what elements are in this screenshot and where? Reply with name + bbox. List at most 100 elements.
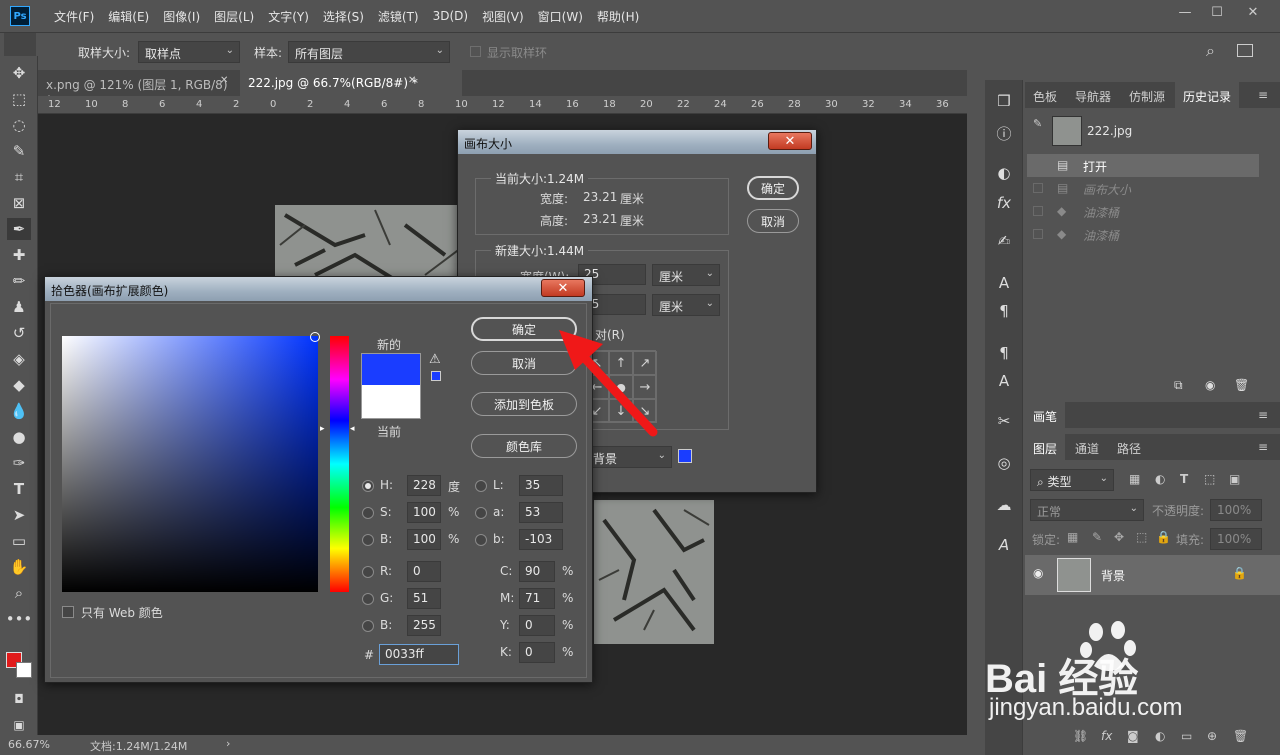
black-input[interactable]: 0 [519,642,555,663]
web-colors-checkbox[interactable] [62,606,74,618]
layer-filter-select[interactable]: ⌕ 类型 ⌄ [1030,469,1114,491]
tab-x-png[interactable]: x.png @ 121% (图层 1, RGB/8) * [38,70,240,107]
checkbox[interactable] [1033,229,1043,239]
pen-tool-icon[interactable]: ✑ [7,452,31,474]
menu-select[interactable]: 选择(S) [323,8,364,25]
lightness-radio[interactable] [475,480,487,492]
snapshot-thumbnail[interactable] [1052,116,1082,146]
green-radio[interactable] [362,593,374,605]
saturation-brightness-field[interactable] [62,336,318,592]
move-tool-icon[interactable]: ✥ [7,62,31,84]
tab-navigator[interactable]: 导航器 [1067,82,1119,108]
chevron-right-icon[interactable]: › [226,737,230,750]
blur-tool-icon[interactable]: 💧 [7,400,31,422]
lock-all-icon[interactable]: 🔒 [1156,530,1171,544]
paint-bucket-tool-icon[interactable]: ◆ [7,374,31,396]
gamut-color-swatch[interactable] [431,371,441,381]
properties-icon[interactable]: ◎ [993,452,1015,474]
cyan-input[interactable]: 90 [519,561,555,582]
lock-pixels-icon[interactable]: ✎ [1092,530,1102,544]
background-color-swatch[interactable] [16,662,32,678]
yellow-input[interactable]: 0 [519,615,555,636]
lightness-input[interactable]: 35 [519,475,563,496]
history-brush-tool-icon[interactable]: ↺ [7,322,31,344]
close-window-button[interactable]: ✕ [1236,0,1270,24]
new-document-from-state-icon[interactable]: ⧉ [1174,378,1183,393]
filter-shape-icon[interactable]: ⬚ [1204,472,1215,486]
red-radio[interactable] [362,566,374,578]
brush-tool-icon[interactable]: ✏ [7,270,31,292]
brush-settings-icon[interactable]: ✍ [993,230,1015,252]
history-item-paint-bucket[interactable]: ◆ 油漆桶 [1027,200,1259,223]
close-icon[interactable]: ✕ [408,75,416,86]
blend-mode-select[interactable]: 正常 ⌄ [1030,499,1144,521]
more-tools-icon[interactable]: ••• [6,608,33,630]
sample-select[interactable]: 所有图层 ⌄ [288,41,450,63]
tab-clone-source[interactable]: 仿制源 [1121,82,1173,108]
cancel-button[interactable]: 取消 [747,209,799,233]
tab-layers[interactable]: 图层 [1025,434,1066,460]
lock-artboard-icon[interactable]: ⬚ [1136,530,1147,544]
current-color-swatch[interactable] [361,385,421,419]
height-unit-select[interactable]: 厘米 ⌄ [652,294,720,316]
tab-swatches[interactable]: 色板 [1025,82,1065,108]
cc-libraries-icon[interactable]: ☁ [993,494,1015,516]
tab-paths[interactable]: 路径 [1109,434,1149,460]
camera-icon[interactable]: ◉ [1205,378,1215,392]
a-channel-radio[interactable] [475,507,487,519]
paragraph-icon[interactable]: ¶ [993,300,1015,322]
info-icon[interactable]: ⓘ [993,122,1015,144]
panel-menu-icon[interactable]: ≡ [1258,88,1268,102]
menu-edit[interactable]: 编辑(E) [108,8,149,25]
close-dialog-button[interactable]: ✕ [541,279,585,297]
hue-slider-right-handle[interactable]: ◂ [350,424,355,434]
layer-row-background[interactable]: ◉ 背景 🔒 [1025,555,1280,595]
saturation-input[interactable]: 100 [407,502,441,523]
filter-type-icon[interactable]: T [1180,472,1188,486]
visibility-eye-icon[interactable]: ◉ [1033,566,1043,580]
close-icon[interactable]: ✕ [220,75,228,86]
b-channel-input[interactable]: -103 [519,529,563,550]
a-channel-input[interactable]: 53 [519,502,563,523]
fill-field[interactable]: 100% [1210,528,1262,550]
checkbox[interactable] [1033,183,1043,193]
show-ring-checkbox[interactable] [470,46,481,57]
screen-mode-icon[interactable]: ▣ [7,714,31,736]
adjustments-icon[interactable]: ◐ [993,162,1015,184]
zoom-tool-icon[interactable]: ⌕ [7,582,31,604]
history-item-paint-bucket[interactable]: ◆ 油漆桶 [1027,223,1259,246]
hue-slider[interactable] [330,336,349,592]
history-item-open[interactable]: ▤ 打开 [1027,154,1259,177]
warning-icon[interactable]: ⚠ [429,352,441,367]
healing-brush-tool-icon[interactable]: ✚ [7,244,31,266]
lock-transparent-icon[interactable]: ▦ [1067,530,1078,544]
tab-brush[interactable]: 画笔 [1025,402,1066,428]
add-mask-icon[interactable]: ◙ [1127,729,1139,743]
tools-presets-icon[interactable]: ✂ [993,410,1015,432]
blue-radio[interactable] [362,620,374,632]
b-channel-radio[interactable] [475,534,487,546]
group-icon[interactable]: ▭ [1181,729,1192,743]
history-item-canvas-size[interactable]: ▤ 画布大小 [1027,177,1259,200]
adjustment-layer-icon[interactable]: ◐ [1155,729,1165,743]
tab-channels[interactable]: 通道 [1067,434,1107,460]
paragraph-styles-icon[interactable]: ¶ [993,342,1015,364]
menu-type[interactable]: 文字(Y) [268,8,309,25]
menu-help[interactable]: 帮助(H) [597,8,639,25]
menu-window[interactable]: 窗口(W) [538,8,583,25]
lasso-tool-icon[interactable]: ◌ [7,114,31,136]
crop-tool-icon[interactable]: ⌗ [7,166,31,188]
green-input[interactable]: 51 [407,588,441,609]
quick-mask-icon[interactable]: ◘ [7,688,31,710]
rectangle-tool-icon[interactable]: ▭ [7,530,31,552]
saturation-radio[interactable] [362,507,374,519]
checkbox[interactable] [1033,206,1043,216]
clone-stamp-tool-icon[interactable]: ♟ [7,296,31,318]
menu-filter[interactable]: 滤镜(T) [378,8,419,25]
sample-size-select[interactable]: 取样点 ⌄ [138,41,240,63]
filter-pixel-icon[interactable]: ▦ [1129,472,1140,486]
fx-icon[interactable]: fx [1101,729,1112,743]
ok-button[interactable]: 确定 [747,176,799,200]
lock-position-icon[interactable]: ✥ [1114,530,1124,544]
trash-icon[interactable]: 🗑 [1234,378,1249,392]
